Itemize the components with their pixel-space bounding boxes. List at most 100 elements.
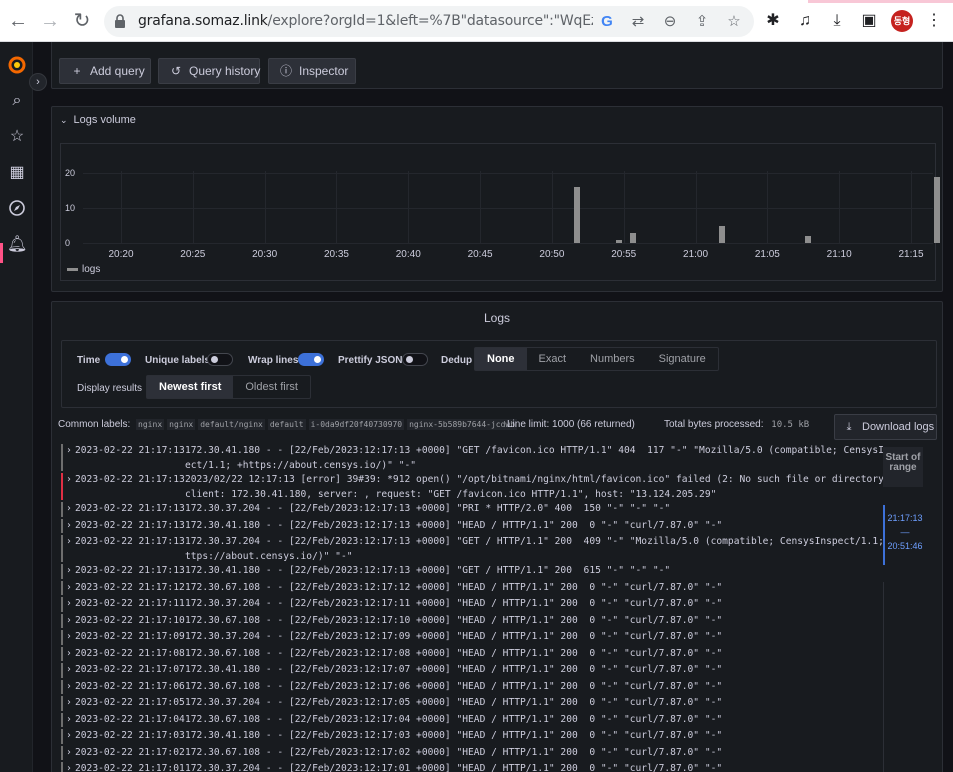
order-newest-first[interactable]: Newest first [147, 376, 234, 398]
chevron-right-icon[interactable]: › [66, 597, 72, 611]
grafana-logo-icon[interactable] [7, 56, 27, 76]
log-timestamp: 2023-02-22 21:17:05 [75, 697, 185, 708]
share-icon[interactable]: ⇪ [692, 12, 712, 32]
log-timestamp: 2023-02-22 21:17:08 [75, 647, 185, 659]
chevron-right-icon[interactable]: › [66, 762, 72, 772]
log-row[interactable]: › 2023-02-22 21:17:01 172.30.37.204 - - [2… [61, 762, 883, 772]
grid-line [623, 171, 625, 243]
order-oldest-first[interactable]: Oldest first [233, 376, 310, 398]
log-row[interactable]: › 2023-02-22 21:17:12 172.30.67.108 - - [2… [61, 580, 883, 598]
log-row[interactable]: › 2023-02-22 21:17:13 172.30.41.180 - - [2… [61, 444, 883, 473]
log-row[interactable]: › 2023-02-22 21:17:04 172.30.67.108 - - [2… [61, 712, 883, 730]
address-bar[interactable]: grafana.somaz.link/explore?orgId=1&left=… [104, 6, 754, 37]
media-queue-icon[interactable]: ♫ [794, 10, 816, 32]
add-query-button[interactable]: + Add query [59, 58, 151, 84]
google-icon[interactable]: G [597, 12, 617, 32]
log-message: 172.30.67.108 - - [22/Feb/2023:12:17:10 … [185, 614, 723, 626]
log-row[interactable]: › 2023-02-22 21:17:13 2023/02/22 12:17:13 … [61, 473, 883, 502]
chevron-right-icon[interactable]: › [66, 713, 72, 727]
volume-bar[interactable] [574, 187, 581, 243]
forward-icon[interactable]: → [38, 9, 62, 33]
log-timestamp: 2023-02-22 21:17:07 [75, 664, 185, 675]
chevron-right-icon[interactable]: › [66, 696, 72, 710]
download-logs-button[interactable]: ⤓ Download logs [834, 414, 937, 440]
level-bar [61, 762, 63, 772]
grafana-sidemenu: ⌕ ☆ ▦ 🔔︎ [0, 42, 33, 772]
extensions-icon[interactable]: ✱ [762, 10, 784, 32]
log-row[interactable]: › 2023-02-22 21:17:02 172.30.67.108 - - [2… [61, 745, 883, 763]
time-toggle[interactable] [105, 353, 131, 366]
chevron-right-icon[interactable]: › [66, 581, 72, 595]
volume-bar[interactable] [934, 176, 941, 243]
chevron-right-icon[interactable]: › [66, 502, 72, 516]
chevron-right-icon[interactable]: › [66, 663, 72, 677]
download-icon[interactable]: ⤓ [826, 10, 848, 32]
logs-volume-header[interactable]: ⌄ Logs volume [60, 114, 136, 126]
avatar[interactable]: 동형 [891, 10, 913, 32]
bookmark-star-icon[interactable]: ☆ [724, 12, 744, 32]
log-row[interactable]: › 2023-02-22 21:17:13 172.30.41.180 - - [2… [61, 564, 883, 581]
log-timestamp: 2023-02-22 21:17:06 [75, 680, 185, 692]
star-icon[interactable]: ☆ [7, 127, 27, 147]
x-tick: 20:30 [252, 249, 278, 260]
range-marker[interactable]: 21:17:13 — 20:51:46 [883, 505, 925, 565]
chevron-right-icon[interactable]: › [66, 444, 72, 458]
dedup-signature[interactable]: Signature [647, 348, 718, 370]
volume-bar[interactable] [615, 239, 622, 243]
log-row[interactable]: › 2023-02-22 21:17:13 172.30.37.204 - - [2… [61, 535, 883, 564]
x-tick: 20:50 [539, 249, 565, 260]
volume-bar[interactable] [630, 232, 637, 243]
translate-icon[interactable]: ⇄ [628, 12, 648, 32]
dedup-numbers[interactable]: Numbers [578, 348, 647, 370]
bytes-processed-label: Total bytes processed: [664, 419, 764, 430]
log-row[interactable]: › 2023-02-22 21:17:11 172.30.37.204 - - [2… [61, 597, 883, 614]
log-row[interactable]: › 2023-02-22 21:17:05 172.30.37.204 - - [2… [61, 696, 883, 713]
dedup-none[interactable]: None [475, 348, 527, 370]
chevron-right-icon[interactable]: › [66, 680, 72, 694]
log-row[interactable]: › 2023-02-22 21:17:13 172.30.37.204 - - [2… [61, 502, 883, 519]
url-text[interactable]: grafana.somaz.link/explore?orgId=1&left=… [138, 13, 593, 29]
query-history-button[interactable]: ↺ Query history [158, 58, 260, 84]
zoom-out-icon[interactable]: ⊖ [660, 12, 680, 32]
log-message: 172.30.41.180 - - [22/Feb/2023:12:17:13 … [185, 445, 883, 456]
log-message: 172.30.67.108 - - [22/Feb/2023:12:17:04 … [185, 713, 723, 725]
back-icon[interactable]: ← [6, 9, 30, 33]
log-row[interactable]: › 2023-02-22 21:17:13 172.30.41.180 - - [2… [61, 518, 883, 536]
wrap-lines-toggle[interactable] [298, 353, 324, 366]
level-bar [61, 518, 63, 533]
alerting-icon[interactable]: 🔔︎ [7, 235, 27, 255]
log-row[interactable]: › 2023-02-22 21:17:09 172.30.37.204 - - [2… [61, 630, 883, 647]
y-tick: 20 [65, 168, 76, 178]
volume-bar[interactable] [718, 225, 725, 243]
chevron-right-icon[interactable]: › [66, 473, 72, 487]
explore-icon[interactable] [7, 199, 27, 219]
volume-bar[interactable] [805, 236, 812, 243]
chevron-right-icon[interactable]: › [66, 647, 72, 661]
log-row[interactable]: › 2023-02-22 21:17:03 172.30.41.180 - - [2… [61, 729, 883, 746]
chevron-right-icon[interactable]: › [66, 614, 72, 628]
log-row[interactable]: › 2023-02-22 21:17:06 172.30.67.108 - - [2… [61, 679, 883, 697]
chevron-right-icon[interactable]: › [66, 564, 72, 578]
log-row[interactable]: › 2023-02-22 21:17:07 172.30.41.180 - - [2… [61, 663, 883, 680]
chevron-right-icon[interactable]: › [66, 746, 72, 760]
chevron-right-icon[interactable]: › [66, 729, 72, 743]
chart-legend[interactable]: logs [67, 264, 100, 275]
chevron-right-icon[interactable]: › [66, 630, 72, 644]
chevron-right-icon[interactable]: › [29, 73, 47, 91]
log-row[interactable]: › 2023-02-22 21:17:08 172.30.67.108 - - [2… [61, 646, 883, 664]
dashboards-icon[interactable]: ▦ [7, 163, 27, 183]
reload-icon[interactable]: ↻ [70, 9, 94, 33]
search-icon[interactable]: ⌕ [7, 91, 27, 111]
log-row[interactable]: › 2023-02-22 21:17:10 172.30.67.108 - - [2… [61, 613, 883, 631]
start-of-range-button[interactable]: Start of range [883, 447, 923, 487]
inspector-button[interactable]: ⓘ Inspector [268, 58, 356, 84]
prettify-json-toggle[interactable] [402, 353, 428, 366]
menu-kebab-icon[interactable]: ⋮ [923, 10, 945, 32]
unique-labels-toggle[interactable] [207, 353, 233, 366]
side-panel-icon[interactable]: ▣ [858, 10, 880, 32]
log-timestamp: 2023-02-22 21:17:13 [75, 565, 185, 576]
chevron-right-icon[interactable]: › [66, 519, 72, 533]
chevron-right-icon[interactable]: › [66, 535, 72, 549]
dedup-exact[interactable]: Exact [527, 348, 579, 370]
log-timestamp: 2023-02-22 21:17:13 [75, 536, 185, 547]
